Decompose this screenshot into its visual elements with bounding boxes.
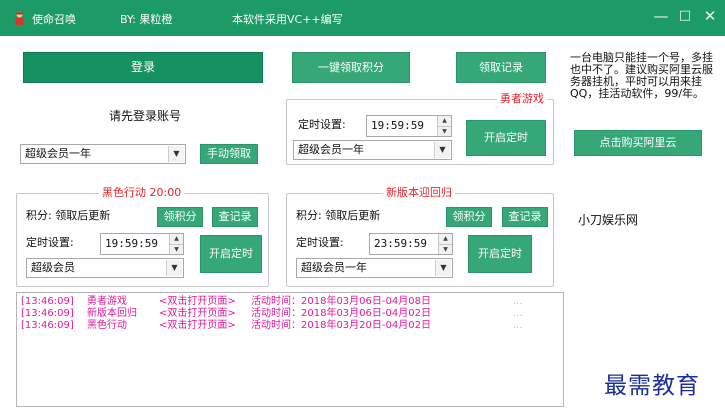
timer-label: 定时设置:	[26, 236, 74, 249]
selected-value: 超级会员一年	[25, 147, 91, 160]
group-title: 新版本迎回归	[383, 186, 455, 200]
spin-down-icon[interactable]: ▼	[438, 126, 451, 136]
hero-game-start-timer-button[interactable]: 开启定时	[466, 120, 546, 156]
login-button[interactable]: 登录	[23, 52, 263, 83]
login-prompt: 请先登录账号	[109, 109, 182, 123]
log-event: 新版本回归	[87, 308, 137, 319]
minimize-button[interactable]: —	[652, 6, 670, 26]
black-ops-membership-select[interactable]: 超级会员 ▼	[26, 258, 184, 278]
new-return-membership-select[interactable]: 超级会员一年 ▼	[296, 258, 453, 278]
hero-game-time-input[interactable]: 19:59:59 ▲ ▼	[366, 115, 452, 137]
build-note: 本软件采用VC++编写	[232, 13, 343, 26]
claim-all-points-button[interactable]: 一键领取积分	[292, 52, 410, 83]
app-title: 使命召唤	[32, 13, 76, 26]
time-spinner[interactable]: ▲ ▼	[437, 116, 451, 136]
black-ops-start-timer-button[interactable]: 开启定时	[200, 235, 262, 273]
group-title: 黑色行动 20:00	[99, 186, 185, 200]
log-event: 黑色行动	[87, 320, 127, 331]
selected-value: 超级会员	[31, 261, 75, 274]
spin-up-icon[interactable]: ▲	[170, 234, 183, 244]
maximize-button[interactable]: □	[676, 6, 694, 26]
timer-label: 定时设置:	[296, 236, 344, 249]
log-more: ...	[513, 320, 523, 331]
spin-up-icon[interactable]: ▲	[438, 116, 451, 126]
buy-server-notice: 一台电脑只能挂一个号，多挂也中不了。建议购买阿里云服务器挂机，平时可以用来挂QQ…	[570, 51, 713, 100]
black-ops-claim-points-button[interactable]: 领积分	[157, 207, 203, 227]
close-button[interactable]: ✕	[701, 6, 719, 26]
log-period: 活动时间：2018年03月06日-04月08日	[251, 296, 431, 307]
black-ops-check-record-button[interactable]: 查记录	[212, 207, 258, 227]
black-ops-time-input[interactable]: 19:59:59 ▲ ▼	[100, 233, 184, 255]
chevron-down-icon[interactable]: ▼	[434, 142, 450, 158]
site-name-link[interactable]: 小刀娱乐网	[578, 213, 638, 227]
log-action: <双击打开页面>	[159, 296, 236, 307]
points-status: 积分: 领取后更新	[26, 209, 111, 222]
log-more: ...	[513, 296, 523, 307]
selected-value: 超级会员一年	[298, 143, 364, 156]
timer-label: 定时设置:	[298, 118, 346, 131]
log-action: <双击打开页面>	[159, 308, 236, 319]
log-period: 活动时间：2018年03月20日-04月02日	[251, 320, 431, 331]
time-value: 23:59:59	[374, 237, 427, 250]
watermark-text: 最需教育	[604, 373, 700, 399]
time-value: 19:59:59	[371, 119, 424, 132]
new-return-claim-points-button[interactable]: 领积分	[446, 207, 492, 227]
new-return-check-record-button[interactable]: 查记录	[502, 207, 548, 227]
log-event: 勇者游戏	[87, 296, 127, 307]
manual-claim-button[interactable]: 手动领取	[200, 144, 258, 164]
main-panel: 登录 一键领取积分 领取记录 请先登录账号 超级会员一年 ▼ 手动领取 勇者游戏…	[0, 36, 725, 409]
event-log[interactable]: [13:46:09] 勇者游戏 <双击打开页面> 活动时间：2018年03月06…	[16, 292, 564, 407]
time-spinner[interactable]: ▲ ▼	[438, 234, 452, 254]
time-spinner[interactable]: ▲ ▼	[169, 234, 183, 254]
log-action: <双击打开页面>	[159, 320, 236, 331]
buy-aliyun-button[interactable]: 点击购买阿里云	[574, 130, 702, 156]
points-status: 积分: 领取后更新	[296, 209, 381, 222]
claim-record-button[interactable]: 领取记录	[456, 52, 546, 83]
log-time: [13:46:09]	[21, 308, 74, 319]
chevron-down-icon[interactable]: ▼	[168, 146, 184, 162]
spin-up-icon[interactable]: ▲	[439, 234, 452, 244]
new-return-start-timer-button[interactable]: 开启定时	[468, 235, 532, 273]
group-title: 勇者游戏	[497, 92, 547, 106]
spin-down-icon[interactable]: ▼	[439, 244, 452, 254]
title-bar: 使命召唤 BY: 果粒橙 本软件采用VC++编写 — □ ✕	[0, 0, 725, 36]
log-time: [13:46:09]	[21, 296, 74, 307]
chevron-down-icon[interactable]: ▼	[166, 260, 182, 276]
selected-value: 超级会员一年	[301, 261, 367, 274]
log-period: 活动时间：2018年03月06日-04月02日	[251, 308, 431, 319]
chevron-down-icon[interactable]: ▼	[435, 260, 451, 276]
log-time: [13:46:09]	[21, 320, 74, 331]
new-return-time-input[interactable]: 23:59:59 ▲ ▼	[369, 233, 453, 255]
spin-down-icon[interactable]: ▼	[170, 244, 183, 254]
author-label: BY: 果粒橙	[120, 13, 173, 26]
time-value: 19:59:59	[105, 237, 158, 250]
soldier-icon	[15, 11, 24, 25]
account-membership-select[interactable]: 超级会员一年 ▼	[20, 144, 186, 164]
log-more: ...	[513, 308, 523, 319]
hero-game-membership-select[interactable]: 超级会员一年 ▼	[293, 140, 452, 160]
